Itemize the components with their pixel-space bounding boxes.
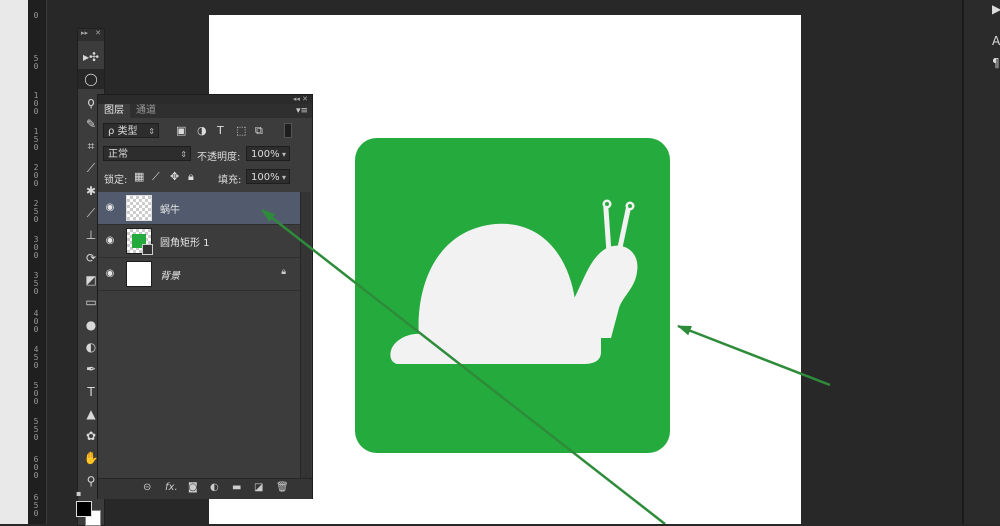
arrow-to-green-shape: [677, 324, 831, 387]
arrow-to-snail-layer: [261, 209, 666, 524]
annotation-arrows: [261, 209, 831, 524]
